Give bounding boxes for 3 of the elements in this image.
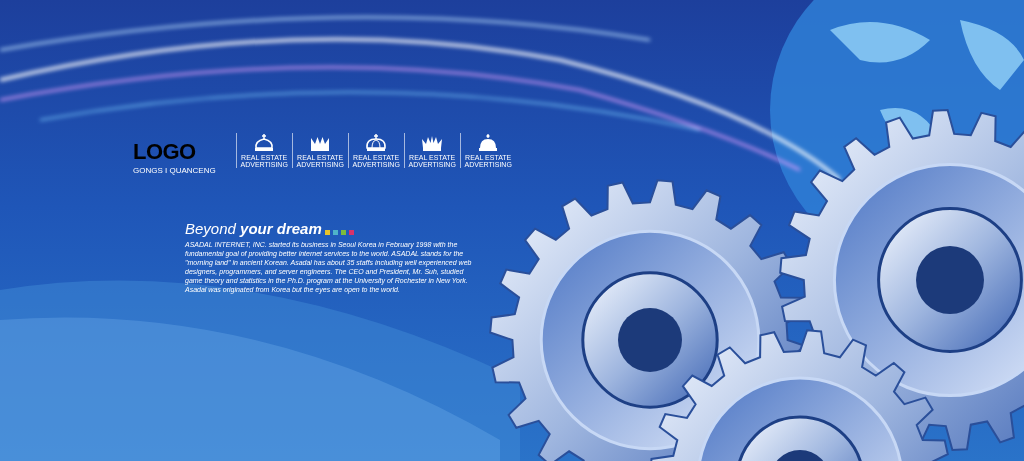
logo-wordmark: LOGO: [133, 141, 196, 163]
headline: Beyond your dream: [185, 221, 322, 236]
logo-tagline: GONGS I QUANCENG: [133, 165, 216, 177]
